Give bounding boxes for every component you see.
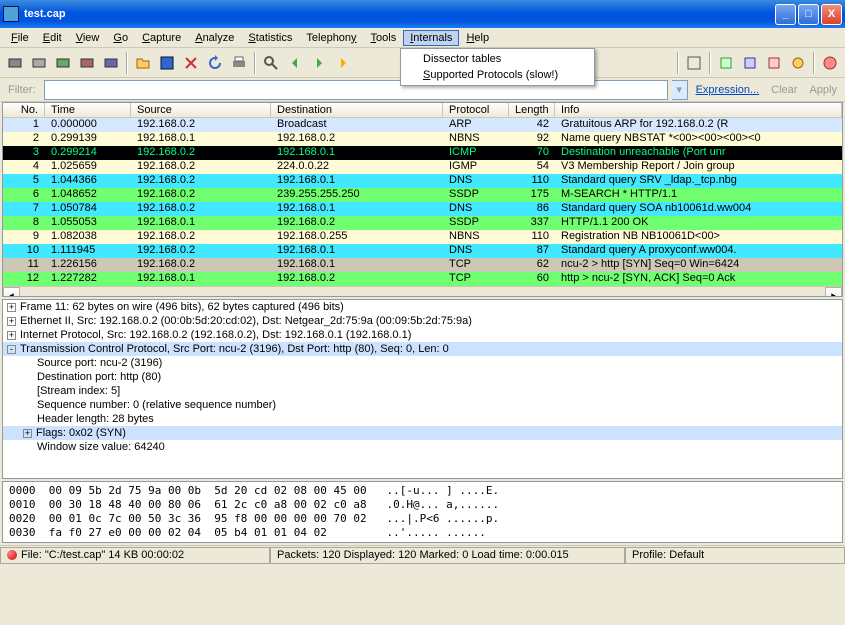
col-length[interactable]: Length <box>509 103 555 117</box>
tb-save-icon[interactable] <box>156 52 178 74</box>
hscroll-right-icon[interactable]: ▸ <box>825 287 842 297</box>
close-button[interactable]: X <box>821 4 842 25</box>
tb-interfaces-icon[interactable] <box>4 52 26 74</box>
detail-line[interactable]: Destination port: http (80) <box>3 370 842 384</box>
tb-coloring-icon[interactable] <box>763 52 785 74</box>
tb-capture-filter-icon[interactable] <box>715 52 737 74</box>
menu-file[interactable]: File <box>4 30 36 46</box>
filter-label: Filter: <box>4 84 40 96</box>
titlebar[interactable]: test.cap _ □ X <box>0 0 845 28</box>
menu-supported-protocols[interactable]: Supported Protocols (slow!) <box>403 67 592 83</box>
menu-help[interactable]: Help <box>459 30 496 46</box>
tb-find-icon[interactable] <box>260 52 282 74</box>
menu-telephony[interactable]: Telephony <box>299 30 363 46</box>
tb-resize-icon[interactable] <box>683 52 705 74</box>
tb-stop-icon[interactable] <box>76 52 98 74</box>
table-row[interactable]: 20.299139192.168.0.1192.168.0.2NBNS92Nam… <box>3 132 842 146</box>
menu-edit[interactable]: Edit <box>36 30 69 46</box>
expander-icon[interactable]: + <box>7 303 16 312</box>
tb-goto-icon[interactable] <box>332 52 354 74</box>
col-destination[interactable]: Destination <box>271 103 443 117</box>
table-row[interactable]: 111.226156192.168.0.2192.168.0.1TCP62ncu… <box>3 258 842 272</box>
tb-restart-icon[interactable] <box>100 52 122 74</box>
table-row[interactable]: 61.048652192.168.0.2239.255.255.250SSDP1… <box>3 188 842 202</box>
tb-back-icon[interactable] <box>284 52 306 74</box>
detail-line[interactable]: Sequence number: 0 (relative sequence nu… <box>3 398 842 412</box>
expander-icon[interactable]: + <box>7 331 16 340</box>
table-row[interactable]: 51.044366192.168.0.2192.168.0.1DNS110Sta… <box>3 174 842 188</box>
tb-help-icon[interactable] <box>819 52 841 74</box>
packet-list: No. Time Source Destination Protocol Len… <box>2 102 843 297</box>
detail-line[interactable]: +Flags: 0x02 (SYN) <box>3 426 842 440</box>
detail-line[interactable]: +Frame 11: 62 bytes on wire (496 bits), … <box>3 300 842 314</box>
hscroll-left-icon[interactable]: ◂ <box>3 287 20 297</box>
tb-reload-icon[interactable] <box>204 52 226 74</box>
table-row[interactable]: 41.025659192.168.0.2224.0.0.22IGMP54V3 M… <box>3 160 842 174</box>
detail-line[interactable]: -Transmission Control Protocol, Src Port… <box>3 342 842 356</box>
col-time[interactable]: Time <box>45 103 131 117</box>
table-row[interactable]: 101.111945192.168.0.2192.168.0.1DNS87Sta… <box>3 244 842 258</box>
menubar: File Edit View Go Capture Analyze Statis… <box>0 28 845 48</box>
status-file: File: "C:/test.cap" 14 KB 00:00:02 <box>0 547 270 564</box>
minimize-button[interactable]: _ <box>775 4 796 25</box>
app-icon <box>3 6 19 22</box>
expander-icon[interactable]: + <box>23 429 32 438</box>
menu-view[interactable]: View <box>69 30 107 46</box>
detail-line[interactable]: Window size value: 64240 <box>3 440 842 454</box>
tb-display-filter-icon[interactable] <box>739 52 761 74</box>
packet-details: +Frame 11: 62 bytes on wire (496 bits), … <box>2 299 843 479</box>
status-packets: Packets: 120 Displayed: 120 Marked: 0 Lo… <box>270 547 625 564</box>
col-protocol[interactable]: Protocol <box>443 103 509 117</box>
detail-line[interactable]: +Ethernet II, Src: 192.168.0.2 (00:0b:5d… <box>3 314 842 328</box>
packet-list-header: No. Time Source Destination Protocol Len… <box>3 103 842 118</box>
menu-statistics[interactable]: Statistics <box>241 30 299 46</box>
maximize-button[interactable]: □ <box>798 4 819 25</box>
internals-popup: Dissector tables Supported Protocols (sl… <box>400 48 595 86</box>
col-info[interactable]: Info <box>555 103 842 117</box>
detail-line[interactable]: Source port: ncu-2 (3196) <box>3 356 842 370</box>
tb-prefs-icon[interactable] <box>787 52 809 74</box>
tb-forward-icon[interactable] <box>308 52 330 74</box>
status-profile[interactable]: Profile: Default <box>625 547 845 564</box>
tb-start-icon[interactable] <box>52 52 74 74</box>
statusbar: File: "C:/test.cap" 14 KB 00:00:02 Packe… <box>0 545 845 564</box>
col-no[interactable]: No. <box>3 103 45 117</box>
hscrollbar[interactable]: ◂ ▸ <box>3 286 842 296</box>
table-row[interactable]: 91.082038192.168.0.2192.168.0.255NBNS110… <box>3 230 842 244</box>
packet-list-body: 10.000000192.168.0.2BroadcastARP42Gratui… <box>3 118 842 286</box>
detail-line[interactable]: +Internet Protocol, Src: 192.168.0.2 (19… <box>3 328 842 342</box>
menu-internals[interactable]: Internals <box>403 30 459 46</box>
table-row[interactable]: 10.000000192.168.0.2BroadcastARP42Gratui… <box>3 118 842 132</box>
menu-go[interactable]: Go <box>106 30 135 46</box>
expert-icon[interactable] <box>7 550 17 560</box>
tb-print-icon[interactable] <box>228 52 250 74</box>
menu-analyze[interactable]: Analyze <box>188 30 241 46</box>
detail-line[interactable]: Header length: 28 bytes <box>3 412 842 426</box>
packet-bytes: 0000 00 09 5b 2d 75 9a 00 0b 5d 20 cd 02… <box>2 481 843 543</box>
table-row[interactable]: 71.050784192.168.0.2192.168.0.1DNS86Stan… <box>3 202 842 216</box>
filter-dropdown-button[interactable]: ▾ <box>672 80 688 100</box>
expander-icon[interactable]: + <box>7 317 16 326</box>
menu-dissector-tables[interactable]: Dissector tables <box>403 51 592 67</box>
tb-close-icon[interactable] <box>180 52 202 74</box>
filter-clear-link[interactable]: Clear <box>767 84 801 96</box>
window-title: test.cap <box>24 8 66 20</box>
col-source[interactable]: Source <box>131 103 271 117</box>
menu-capture[interactable]: Capture <box>135 30 188 46</box>
filter-expression-link[interactable]: Expression... <box>692 84 764 96</box>
filter-apply-link[interactable]: Apply <box>805 84 841 96</box>
menu-tools[interactable]: Tools <box>364 30 404 46</box>
tb-options-icon[interactable] <box>28 52 50 74</box>
table-row[interactable]: 30.299214192.168.0.2192.168.0.1ICMP70Des… <box>3 146 842 160</box>
table-row[interactable]: 121.227282192.168.0.1192.168.0.2TCP60htt… <box>3 272 842 286</box>
expander-icon[interactable]: - <box>7 345 16 354</box>
tb-open-icon[interactable] <box>132 52 154 74</box>
table-row[interactable]: 81.055053192.168.0.1192.168.0.2SSDP337HT… <box>3 216 842 230</box>
detail-line[interactable]: [Stream index: 5] <box>3 384 842 398</box>
